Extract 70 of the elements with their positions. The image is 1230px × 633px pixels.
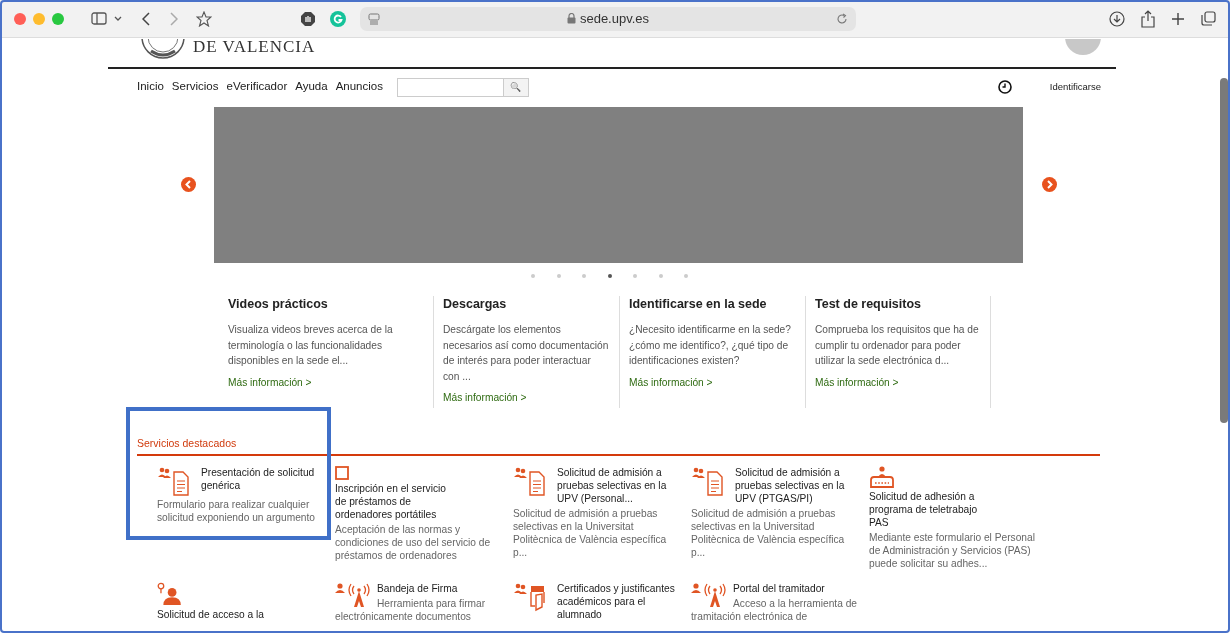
carousel-dot[interactable]: [556, 274, 561, 278]
search-field[interactable]: [396, 77, 504, 97]
new-tab-icon[interactable]: [1171, 11, 1185, 26]
close-button[interactable]: [14, 12, 26, 25]
service-title[interactable]: Solicitud de admisión a pruebas selectivas en la UPV (PTGAS/PI): [735, 466, 845, 505]
column-text: Descárgate los elementos necesarios así como documentación de interés para poder interactuar con ...: [443, 323, 610, 384]
person-antenna-icon: [335, 582, 371, 608]
carousel-dot[interactable]: [633, 274, 637, 278]
service-description: Acceso a la herramienta de tramitación electrónica de: [691, 597, 859, 623]
column-title: Videos prácticos: [228, 297, 329, 312]
nav-link[interactable]: eVerificador: [226, 78, 288, 96]
service-description: Herramienta para firmar electrónicamente documentos: [335, 597, 487, 623]
chevron-icon[interactable]: [114, 15, 122, 22]
section-title: Servicios destacados: [137, 436, 238, 451]
service-title[interactable]: Solicitud de admisión a pruebas selectivas en la UPV (Personal...: [557, 466, 667, 505]
reader-icon[interactable]: [368, 12, 380, 25]
share-icon[interactable]: [1141, 9, 1155, 28]
service-description: Mediante este formulario el Personal de Administración y Servicios (PAS) puede solicitar su adhes...: [869, 531, 1036, 570]
column-text: Comprueba los requisitos que ha de cumplir tu ordenador para poder utilizar la sede electrónica d...: [815, 323, 980, 368]
carousel-dot[interactable]: [531, 274, 535, 278]
nav-link[interactable]: Ayuda: [295, 78, 328, 96]
column-text: ¿Necesito identificarme en la sede? ¿cómo me identifico?, ¿qué tipo de identificaciones existen?: [629, 323, 792, 368]
nav-link[interactable]: Inicio: [137, 78, 164, 96]
star-icon[interactable]: [196, 10, 212, 27]
nav-link[interactable]: Servicios: [171, 78, 219, 96]
square-icon: [335, 466, 349, 481]
address-bar[interactable]: sede.upv.es: [360, 6, 856, 31]
service-description: Solicitud de admisión a pruebas selectivas en la Universitat Politècnica de València específica p...: [513, 507, 668, 559]
person-antenna-icon: [691, 582, 727, 608]
service-title[interactable]: Inscripción en el servicio de préstamos de ordenadores portátiles: [335, 482, 513, 522]
service-description: Aceptación de las normas y condiciones de uso del servicio de préstamos de ordenadores: [335, 523, 492, 563]
sidebar-icon[interactable]: [91, 12, 107, 25]
more-info-link[interactable]: Más información >: [815, 374, 899, 390]
address-text: sede.upv.es: [579, 9, 650, 28]
extension-icon[interactable]: [330, 10, 346, 27]
login-link[interactable]: Identificarse: [1049, 79, 1101, 95]
service-title[interactable]: Solicitud de acceso a la: [157, 608, 335, 621]
logo-text: DE VALENCIA: [193, 39, 316, 55]
desk-person-icon: [869, 466, 895, 488]
more-info-link[interactable]: Más información >: [629, 374, 713, 390]
search-button[interactable]: 🔍: [503, 77, 529, 97]
service-title[interactable]: Presentación de solicitud genérica: [201, 466, 315, 496]
download-icon[interactable]: [1109, 10, 1125, 27]
shield-icon[interactable]: [300, 10, 316, 27]
column-text: Visualiza videos breves acerca de la terminología o las funcionalidades disponibles en la sede el...: [228, 323, 394, 368]
carousel-dot[interactable]: [582, 274, 586, 278]
tabs-icon[interactable]: [1201, 11, 1216, 26]
lock-icon: [566, 13, 576, 24]
service-description: Solicitud de admisión a pruebas selectivas en la Universitad Politècnica de València específica p...: [691, 507, 846, 559]
pin-person-icon: [157, 582, 184, 606]
column-title: Descargas: [443, 297, 508, 312]
reload-icon[interactable]: [836, 12, 848, 25]
zoom-button[interactable]: [52, 12, 64, 25]
carousel-dot[interactable]: [607, 274, 612, 278]
scrollbar-thumb[interactable]: [1220, 78, 1228, 423]
carousel-dot[interactable]: [658, 274, 663, 278]
more-info-link[interactable]: Más información >: [228, 374, 312, 390]
column-title: Test de requisitos: [815, 297, 923, 312]
column-title: Identificarse en la sede: [629, 297, 768, 312]
service-title[interactable]: Portal del tramitador: [691, 582, 869, 595]
service-title[interactable]: Solicitud de adhesión a programa de teletrabajo PAS: [869, 490, 1047, 529]
back-icon[interactable]: [142, 11, 150, 26]
carousel-dot[interactable]: [684, 274, 688, 278]
more-info-link[interactable]: Más información >: [443, 390, 527, 406]
service-title[interactable]: Bandeja de Firma: [335, 582, 513, 595]
service-title[interactable]: Certificados y justificantes académicos para el alumnado: [557, 582, 675, 621]
forward-icon[interactable]: [170, 11, 178, 26]
service-description: Formulario para realizar cualquier solicitud exponiendo un argumento: [157, 498, 317, 524]
nav-link[interactable]: Anuncios: [335, 78, 383, 96]
clock-icon[interactable]: [997, 80, 1012, 94]
